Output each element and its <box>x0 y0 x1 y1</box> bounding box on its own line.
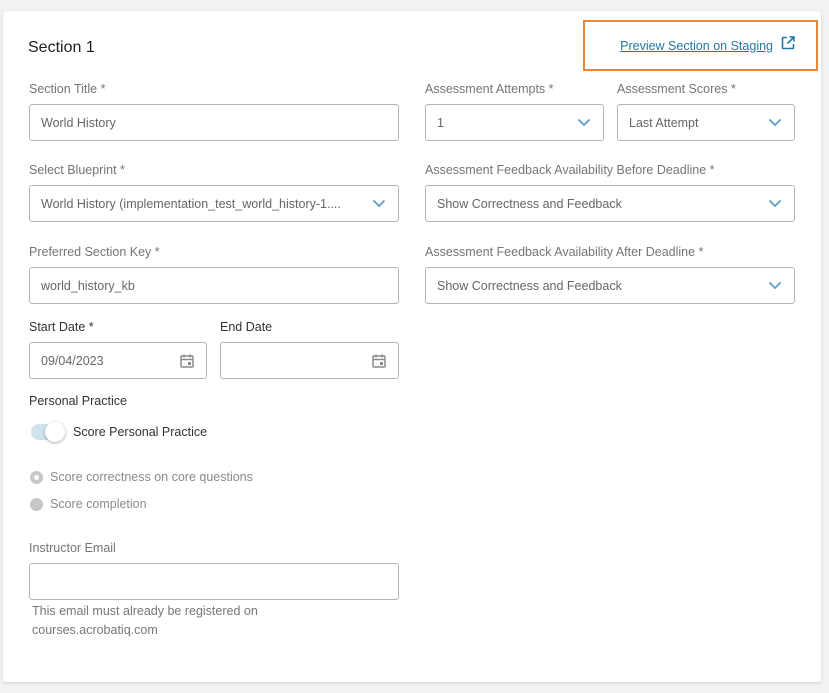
chevron-down-icon <box>767 278 783 294</box>
section-title-input[interactable]: World History <box>29 104 399 141</box>
feedback-after-label: Assessment Feedback Availability After D… <box>425 245 704 259</box>
start-date-value: 09/04/2023 <box>41 353 104 368</box>
section-card: Section 1 Preview Section on Staging Sec… <box>3 11 821 682</box>
instructor-email-input[interactable] <box>29 563 399 600</box>
chevron-down-icon <box>767 196 783 212</box>
chevron-down-icon <box>371 196 387 212</box>
assessment-attempts-value: 1 <box>437 115 444 130</box>
section-title: Section 1 <box>28 39 95 56</box>
start-date-input[interactable]: 09/04/2023 <box>29 342 207 379</box>
external-link-icon[interactable] <box>780 35 796 56</box>
assessment-attempts-label: Assessment Attempts * <box>425 82 554 96</box>
section-key-input[interactable]: world_history_kb <box>29 267 399 304</box>
calendar-icon[interactable] <box>371 353 387 369</box>
personal-practice-heading: Personal Practice <box>29 394 127 408</box>
instructor-email-label: Instructor Email <box>29 541 116 555</box>
calendar-icon[interactable] <box>179 353 195 369</box>
feedback-after-select[interactable]: Show Correctness and Feedback <box>425 267 795 304</box>
section-key-value: world_history_kb <box>41 278 135 293</box>
section-title-value: World History <box>41 115 116 130</box>
radio-score-completion-label: Score completion <box>50 497 147 511</box>
chevron-down-icon <box>767 115 783 131</box>
section-title-label: Section Title * <box>29 82 106 96</box>
start-date-label: Start Date * <box>29 320 94 334</box>
feedback-after-value: Show Correctness and Feedback <box>437 278 622 293</box>
instructor-email-helper: This email must already be registered on… <box>32 604 258 637</box>
assessment-scores-value: Last Attempt <box>629 115 699 130</box>
preview-link-highlight: Preview Section on Staging <box>583 20 818 71</box>
feedback-before-select[interactable]: Show Correctness and Feedback <box>425 185 795 222</box>
feedback-before-label: Assessment Feedback Availability Before … <box>425 163 715 177</box>
radio-selected-dot <box>34 475 39 480</box>
feedback-before-value: Show Correctness and Feedback <box>437 196 622 211</box>
blueprint-label: Select Blueprint * <box>29 163 125 177</box>
chevron-down-icon <box>576 115 592 131</box>
radio-score-completion[interactable] <box>30 498 43 511</box>
assessment-attempts-select[interactable]: 1 <box>425 104 604 141</box>
blueprint-select[interactable]: World History (implementation_test_world… <box>29 185 399 222</box>
end-date-input[interactable] <box>220 342 399 379</box>
preview-section-link[interactable]: Preview Section on Staging <box>620 39 773 53</box>
section-key-label: Preferred Section Key * <box>29 245 160 259</box>
toggle-knob[interactable] <box>45 422 65 442</box>
blueprint-value: World History (implementation_test_world… <box>41 196 341 211</box>
end-date-label: End Date <box>220 320 273 334</box>
score-practice-toggle-label: Score Personal Practice <box>73 425 208 439</box>
radio-score-correctness[interactable] <box>30 471 43 484</box>
assessment-scores-select[interactable]: Last Attempt <box>617 104 795 141</box>
assessment-scores-label: Assessment Scores * <box>617 82 736 96</box>
radio-score-correctness-label: Score correctness on core questions <box>50 470 253 484</box>
